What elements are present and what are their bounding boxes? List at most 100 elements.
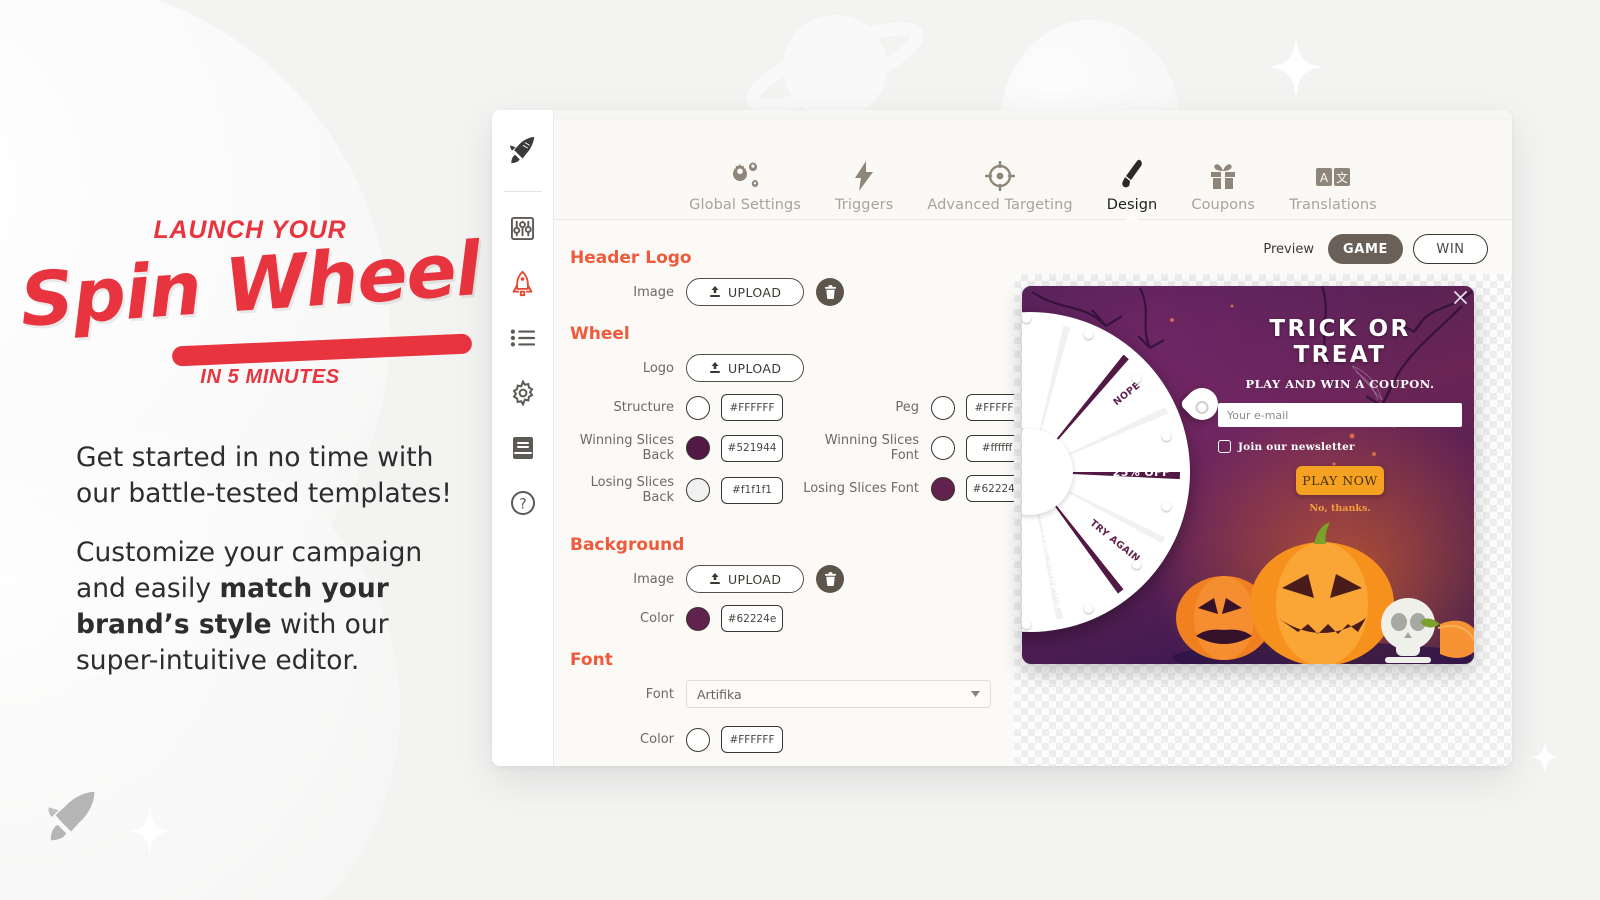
preview-mode-win-button[interactable]: WIN: [1413, 234, 1488, 264]
upload-label: UPLOAD: [728, 571, 782, 587]
chevron-down-icon: [971, 691, 980, 697]
popup-decline-link[interactable]: No, thanks.: [1218, 503, 1462, 514]
swatch-background-color[interactable]: [686, 606, 710, 631]
swatch-wheel-structure[interactable]: [686, 395, 710, 420]
wheel-peg: [1022, 620, 1031, 629]
sliders-icon: [510, 216, 535, 240]
swatch-wheel-winning-back[interactable]: [686, 436, 710, 460]
popup-close-button[interactable]: [1454, 291, 1467, 304]
hex-wheel-winning-back[interactable]: #521944: [721, 434, 783, 462]
wheel-color-grid: Structure #FFFFFF Winning Slices Back #5…: [568, 394, 1028, 517]
hero-subline: IN 5 MINUTES: [200, 366, 340, 388]
popup-subtitle: PLAY AND WIN A COUPON.: [1245, 377, 1435, 391]
tab-label: Design: [1106, 197, 1158, 213]
hero-headline-wrap: Spin Wheel: [0, 226, 500, 344]
rocket-logo-icon: [509, 136, 534, 164]
paintbrush-icon: [1119, 151, 1145, 191]
font-family-value: Artifika: [697, 686, 742, 702]
row-wheel-winning-back: Winning Slices Back #521944: [568, 433, 803, 463]
row-wheel-losing-back: Losing Slices Back #f1f1f1: [568, 475, 803, 505]
sparkle-decor-icon-3: [1530, 740, 1560, 774]
sidebar-item-list[interactable]: [501, 316, 545, 360]
sidebar-item-launch[interactable]: [501, 261, 545, 305]
preview-wheel[interactable]: ALMOST! FREE GIFT NOPE 25% OFF TRY AGAIN…: [1022, 312, 1225, 632]
upload-icon: [710, 573, 720, 584]
swatch-wheel-losing-back[interactable]: [686, 478, 710, 502]
tab-translations[interactable]: A 文 Translations: [1272, 151, 1394, 213]
wheel-peg: [1084, 330, 1093, 339]
header-logo-upload-button[interactable]: UPLOAD: [686, 278, 805, 306]
upload-icon: [710, 362, 720, 373]
page-root: LAUNCH YOUR Spin Wheel IN 5 MINUTES Get …: [0, 0, 1600, 900]
app-sidebar: ?: [492, 110, 554, 766]
tab-global-settings[interactable]: Global Settings: [672, 151, 818, 213]
hex-background-color[interactable]: #62224e: [721, 605, 783, 632]
popup-newsletter-checkbox[interactable]: Join our newsletter: [1218, 440, 1462, 453]
app-main: Global Settings Triggers Advanced Target…: [554, 110, 1512, 766]
wheel-logo-upload-button[interactable]: UPLOAD: [686, 354, 805, 382]
header-logo-delete-button[interactable]: [816, 278, 845, 306]
swatch-wheel-peg[interactable]: [931, 395, 955, 420]
trash-icon: [824, 571, 836, 586]
hex-wheel-structure[interactable]: #FFFFFF: [721, 394, 783, 421]
wheel-peg: [1162, 502, 1171, 511]
hero-paragraph-2: Customize your campaign and easily match…: [76, 535, 476, 680]
preview-label: Preview: [1263, 241, 1314, 257]
rocket-launch-icon: [512, 270, 533, 296]
label-wheel-logo: Logo: [642, 360, 674, 376]
close-icon: [1454, 291, 1467, 304]
wheel-peg: [1132, 374, 1141, 383]
swatch-font-color[interactable]: [686, 727, 710, 752]
sidebar-item-help[interactable]: ?: [501, 481, 545, 525]
section-title-background: Background: [570, 535, 685, 555]
row-background-color: Color #62224e: [568, 605, 1014, 632]
background-upload-button[interactable]: UPLOAD: [686, 565, 805, 593]
wheel-peg: [1022, 314, 1031, 323]
svg-text:?: ?: [519, 497, 526, 513]
book-icon: [512, 437, 533, 459]
wheel-peg: [1132, 560, 1141, 569]
row-background-image: Image UPLOAD: [568, 565, 1014, 593]
question-circle-icon: ?: [510, 491, 535, 515]
hero-headline: Spin Wheel: [17, 226, 483, 344]
sidebar-item-brand-logo[interactable]: [501, 128, 545, 172]
list-icon: [510, 329, 535, 347]
background-delete-button[interactable]: [816, 565, 845, 593]
popup-play-now-button[interactable]: PLAY NOW: [1296, 466, 1384, 495]
popup-email-input[interactable]: Your e-mail: [1218, 403, 1462, 427]
hex-wheel-losing-back[interactable]: #f1f1f1: [721, 476, 783, 504]
tab-advanced-targeting[interactable]: Advanced Targeting: [910, 151, 1089, 213]
wheel-popup-preview: ALMOST! FREE GIFT NOPE 25% OFF TRY AGAIN…: [1022, 286, 1474, 664]
tab-label: Translations: [1289, 197, 1377, 213]
trash-icon: [824, 284, 836, 299]
preview-mode-game-button[interactable]: GAME: [1328, 234, 1403, 264]
app-window: ? Global Settings Triggers Advanced Targ…: [492, 110, 1512, 766]
sidebar-item-campaigns[interactable]: [501, 206, 545, 250]
sidebar-item-docs[interactable]: [501, 426, 545, 470]
row-wheel-losing-font: Losing Slices Font #62224e: [803, 475, 1028, 502]
label-font-family: Font: [645, 686, 674, 702]
font-family-select[interactable]: Artifika: [686, 680, 991, 708]
row-font-family: Font Artifika: [568, 680, 1014, 708]
swatch-wheel-losing-font[interactable]: [931, 476, 955, 501]
wheel-color-col-left: Structure #FFFFFF Winning Slices Back #5…: [568, 394, 803, 517]
popup-title: TRICK OR TREAT: [1269, 316, 1411, 368]
row-wheel-peg: Peg #FFFFFF: [803, 394, 1028, 421]
gift-icon: [1208, 151, 1238, 191]
translate-icon: A 文: [1315, 151, 1351, 191]
hero-body-copy: Get started in no time with our battle-t…: [76, 440, 476, 702]
wheel-peg: [1084, 604, 1093, 613]
wheel-peg: [1162, 432, 1171, 441]
label-header-logo-image: Image: [633, 284, 674, 300]
tab-triggers[interactable]: Triggers: [818, 151, 910, 213]
row-wheel-structure: Structure #FFFFFF: [568, 394, 803, 421]
hex-font-color[interactable]: #FFFFFF: [721, 726, 783, 753]
tab-design[interactable]: Design: [1090, 151, 1175, 220]
tab-bar: Global Settings Triggers Advanced Target…: [554, 120, 1512, 220]
tab-coupons[interactable]: Coupons: [1174, 151, 1272, 213]
swatch-wheel-winning-font[interactable]: [931, 436, 955, 460]
sidebar-item-settings[interactable]: [501, 371, 545, 415]
upload-label: UPLOAD: [728, 360, 782, 376]
row-wheel-logo: Logo UPLOAD: [568, 354, 1014, 382]
design-content: Header Logo Image UPLOAD Wheel Logo UPLO…: [554, 220, 1512, 766]
